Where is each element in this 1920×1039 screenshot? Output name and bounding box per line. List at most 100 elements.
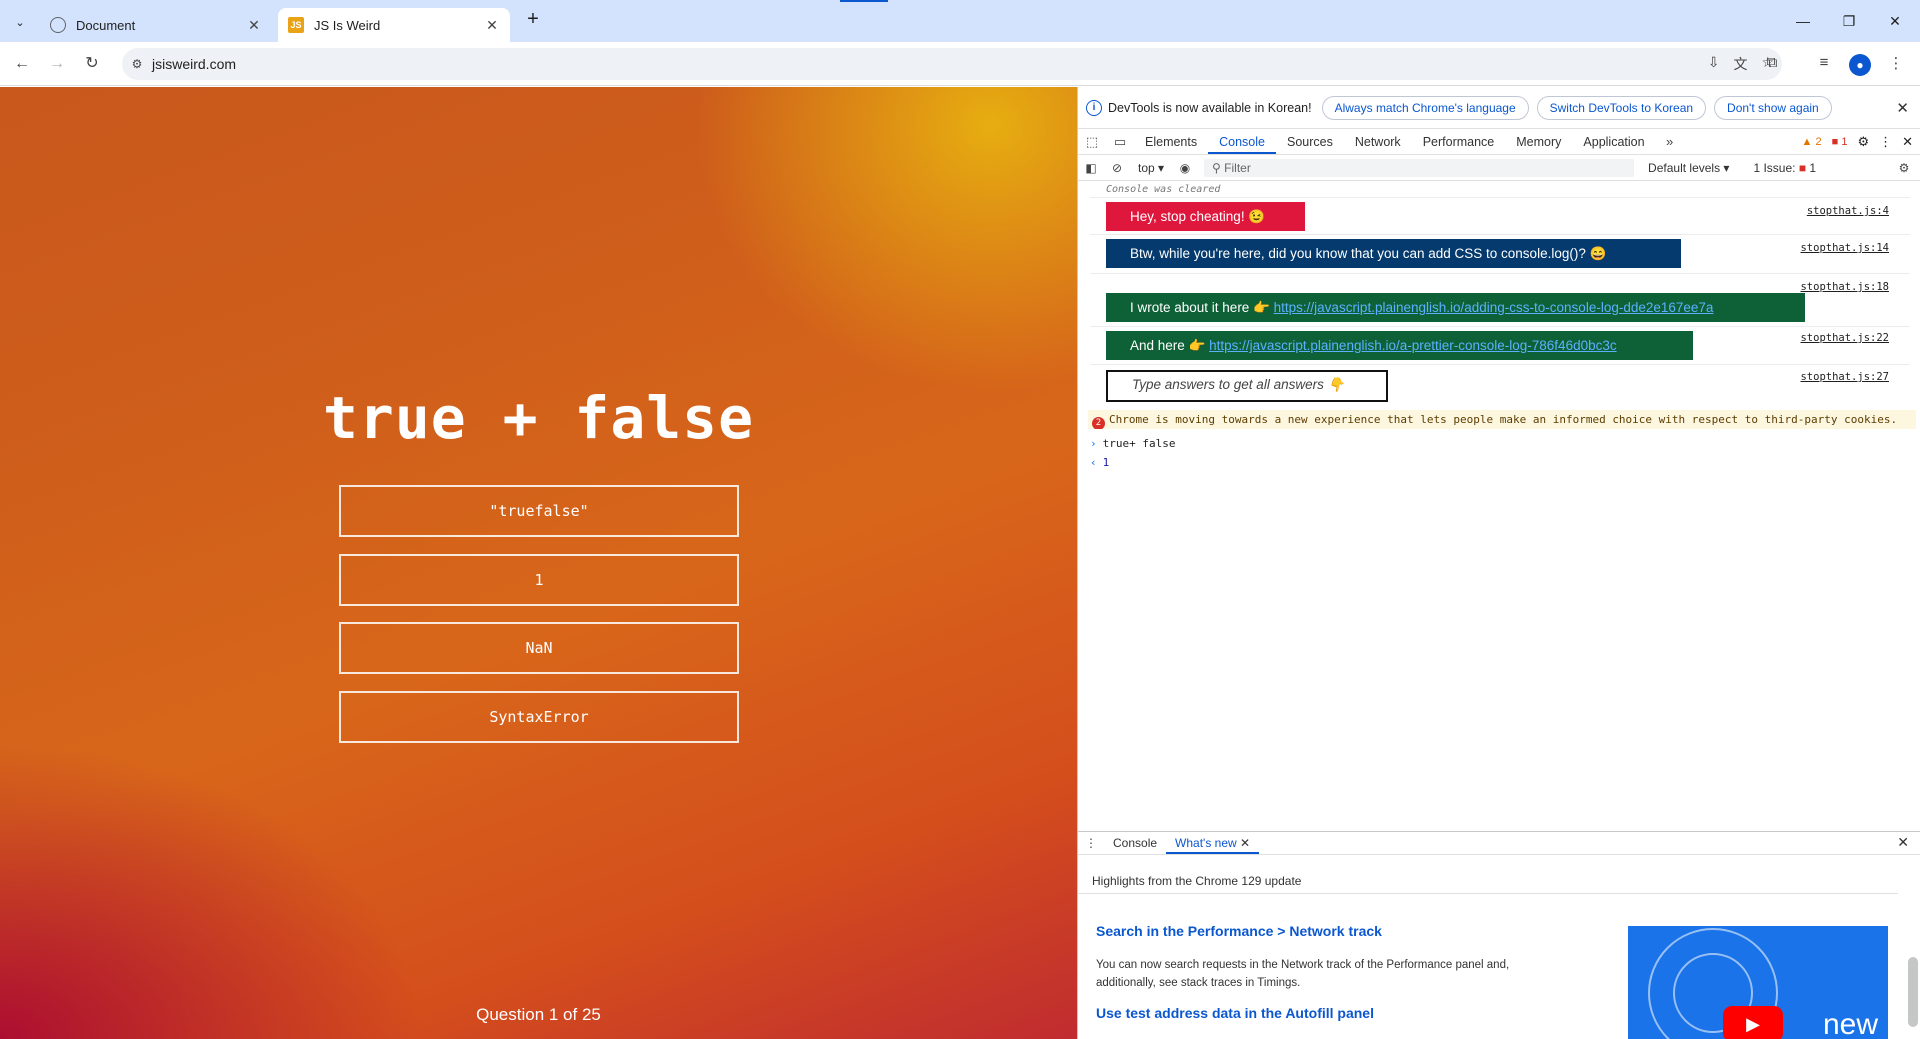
dont-show-again-button[interactable]: Don't show again xyxy=(1714,95,1832,120)
close-infobar-icon[interactable]: ✕ xyxy=(1896,99,1909,117)
device-toolbar-icon[interactable]: ▭ xyxy=(1106,129,1134,154)
log-link[interactable]: https://javascript.plainenglish.io/addin… xyxy=(1274,300,1714,315)
levels-label: Default levels xyxy=(1648,160,1721,175)
whats-new-heading[interactable]: Search in the Performance > Network trac… xyxy=(1096,923,1382,939)
info-icon: i xyxy=(1086,99,1102,116)
tab-performance[interactable]: Performance xyxy=(1412,129,1506,154)
browser-toolbar: ← → ↻ ⚙ jsisweird.com ⇩ 文 ☆ ⧉ ≡ ● ⋮ xyxy=(0,42,1920,86)
close-tab-icon[interactable]: ✕ xyxy=(246,17,262,34)
issues-count: 1 xyxy=(1809,160,1817,175)
site-info-icon[interactable]: ⚙ xyxy=(122,57,152,71)
tab-js-is-weird[interactable]: JS JS Is Weird ✕ xyxy=(278,8,510,42)
warning-count: 2 xyxy=(1815,136,1822,148)
tab-memory[interactable]: Memory xyxy=(1505,129,1572,154)
restore-icon[interactable]: ❐ xyxy=(1826,8,1872,34)
log-levels-dropdown[interactable]: Default levels ▾ xyxy=(1648,161,1729,175)
infobar-message: DevTools is now available in Korean! xyxy=(1108,100,1312,115)
chrome-menu-icon[interactable]: ⋮ xyxy=(1885,54,1907,72)
issues-label: 1 Issue: xyxy=(1753,160,1796,175)
warning-text: Chrome is moving towards a new experienc… xyxy=(1109,413,1898,426)
media-controls-icon[interactable]: ≡ xyxy=(1813,54,1835,71)
window-close-icon[interactable]: ✕ xyxy=(1872,8,1918,34)
console-input-line[interactable]: › true+ false xyxy=(1090,437,1175,450)
match-language-button[interactable]: Always match Chrome's language xyxy=(1321,95,1529,120)
minimize-icon[interactable]: — xyxy=(1780,8,1826,34)
divider xyxy=(1090,197,1910,198)
sidebar-toggle-icon[interactable]: ◧ xyxy=(1078,161,1104,175)
drawer-tabbar: ⋮ Console What's new ✕ ✕ xyxy=(1078,831,1920,855)
devtools-menu-icon[interactable]: ⋮ xyxy=(1879,134,1892,150)
drawer-tab-console[interactable]: Console xyxy=(1104,832,1166,854)
close-devtools-icon[interactable]: ✕ xyxy=(1902,134,1913,150)
console-log-message: Hey, stop cheating! 😉 xyxy=(1106,202,1305,231)
console-warning-row: 2 Chrome is moving towards a new experien… xyxy=(1088,410,1916,429)
clear-console-icon[interactable]: ⊘ xyxy=(1104,161,1130,175)
error-count: 1 xyxy=(1841,136,1848,148)
source-link[interactable]: stopthat.js:22 xyxy=(1800,332,1889,344)
tab-document[interactable]: Document ✕ xyxy=(40,8,272,42)
question-progress: Question 1 of 25 xyxy=(476,1005,601,1024)
tab-elements[interactable]: Elements xyxy=(1134,129,1208,154)
console-cleared-text: Console was cleared xyxy=(1106,184,1221,195)
issues-button[interactable]: 1 Issue: ■ 1 xyxy=(1753,161,1816,175)
globe-icon xyxy=(50,17,66,33)
url-text[interactable]: jsisweird.com xyxy=(152,56,236,72)
context-label: top xyxy=(1138,160,1155,175)
address-bar[interactable]: ⚙ jsisweird.com ⇩ 文 ☆ xyxy=(122,48,1782,80)
close-drawer-icon[interactable]: ✕ xyxy=(1897,834,1909,851)
console-log-message: Type answers to get all answers 👇 xyxy=(1106,370,1388,402)
whats-new-heading[interactable]: Use test address data in the Autofill pa… xyxy=(1096,1005,1374,1021)
tab-search-chevron-icon[interactable]: ⌄ xyxy=(8,10,32,34)
translate-icon[interactable]: 文 xyxy=(1733,54,1747,74)
answer-button[interactable]: "truefalse" xyxy=(339,485,739,537)
source-link[interactable]: stopthat.js:18 xyxy=(1800,281,1889,293)
tab-application[interactable]: Application xyxy=(1572,129,1655,154)
tab-strip: ⌄ Document ✕ JS JS Is Weird ✕ + — ❐ ✕ xyxy=(0,0,1920,42)
close-tab-icon[interactable]: ✕ xyxy=(484,17,500,34)
more-tabs-icon[interactable]: » xyxy=(1656,129,1684,154)
tab-sources[interactable]: Sources xyxy=(1276,129,1344,154)
source-link[interactable]: stopthat.js:4 xyxy=(1807,205,1889,217)
log-text: I wrote about it here 👉 xyxy=(1130,300,1270,315)
youtube-play-icon[interactable]: ▶ xyxy=(1723,1006,1783,1039)
console-result: 1 xyxy=(1102,456,1110,469)
context-selector[interactable]: top ▾ xyxy=(1138,161,1164,175)
error-count-badge[interactable]: ■ 1 xyxy=(1832,136,1848,148)
devtools-tabbar: ⬚ ▭ Elements Console Sources Network Per… xyxy=(1078,129,1920,155)
settings-gear-icon[interactable]: ⚙ xyxy=(1857,134,1869,150)
drawer-tab-whats-new[interactable]: What's new ✕ xyxy=(1166,832,1260,854)
console-input[interactable]: true+ false xyxy=(1103,437,1176,450)
source-link[interactable]: stopthat.js:14 xyxy=(1800,242,1889,254)
install-app-icon[interactable]: ⇩ xyxy=(1708,54,1720,74)
extensions-icon[interactable]: ⧉ xyxy=(1761,54,1783,71)
whats-new-video-thumbnail[interactable]: ▶ new xyxy=(1628,926,1888,1039)
answer-button[interactable]: NaN xyxy=(339,622,739,674)
forward-arrow-icon[interactable]: → xyxy=(45,52,69,76)
back-arrow-icon[interactable]: ← xyxy=(10,52,34,76)
close-drawer-tab-icon[interactable]: ✕ xyxy=(1240,836,1250,850)
reload-icon[interactable]: ↻ xyxy=(80,52,104,76)
answer-button[interactable]: 1 xyxy=(339,554,739,606)
drawer-scrollbar[interactable] xyxy=(1908,957,1918,1027)
filter-input[interactable]: ⚲ Filter xyxy=(1204,158,1635,177)
source-link[interactable]: stopthat.js:27 xyxy=(1800,371,1889,383)
tab-console[interactable]: Console xyxy=(1208,129,1276,154)
profile-button[interactable]: ● xyxy=(1849,54,1871,76)
console-toolbar: ◧ ⊘ top ▾ ◉ ⚲ Filter Default levels ▾ 1 … xyxy=(1078,155,1920,181)
drawer-menu-icon[interactable]: ⋮ xyxy=(1078,832,1104,854)
warning-count-badge[interactable]: ▲ 2 xyxy=(1802,136,1822,148)
language-infobar: i DevTools is now available in Korean! A… xyxy=(1078,87,1920,129)
eye-icon[interactable]: ◉ xyxy=(1172,161,1198,175)
whats-new-body: You can now search requests in the Netwo… xyxy=(1096,959,1510,989)
divider xyxy=(1090,364,1910,365)
log-link[interactable]: https://javascript.plainenglish.io/a-pre… xyxy=(1209,338,1616,353)
question-text: true + false xyxy=(322,384,755,452)
tab-network[interactable]: Network xyxy=(1344,129,1412,154)
console-settings-icon[interactable]: ⚙ xyxy=(1891,161,1917,175)
prompt-chevron-icon: › xyxy=(1090,437,1097,450)
inspect-element-icon[interactable]: ⬚ xyxy=(1078,129,1106,154)
switch-korean-button[interactable]: Switch DevTools to Korean xyxy=(1536,95,1707,120)
video-label: new xyxy=(1823,1008,1879,1039)
new-tab-button[interactable]: + xyxy=(520,8,546,31)
answer-button[interactable]: SyntaxError xyxy=(339,691,739,743)
